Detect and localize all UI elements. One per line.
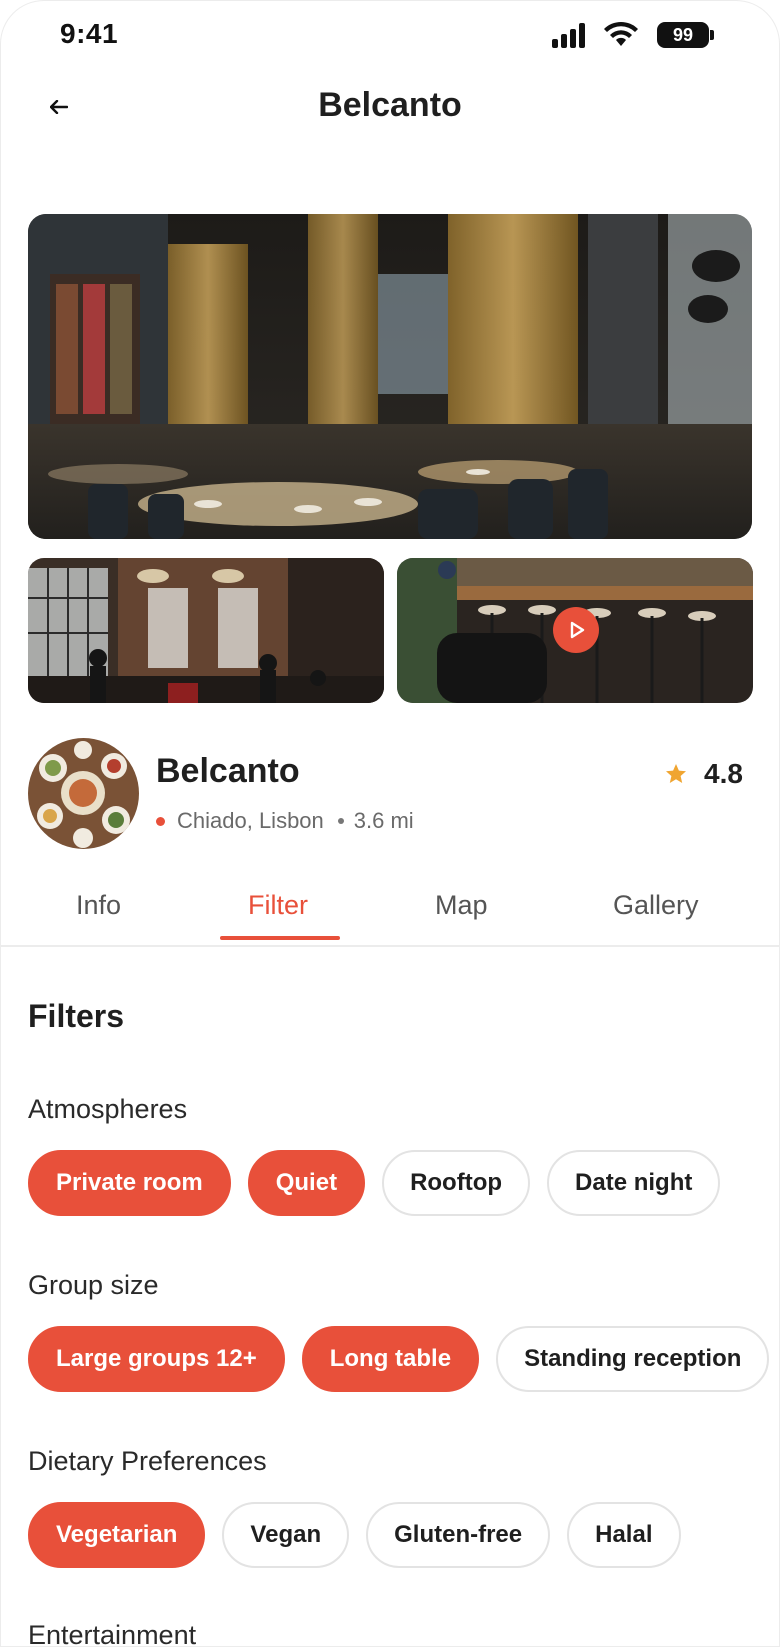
play-video-button[interactable] [553,607,599,653]
wifi-icon [604,21,638,46]
chip-date-night[interactable]: Date night [547,1150,721,1216]
page-title: Belcanto [318,86,462,124]
chip-group-atmospheres: Private room Quiet Rooftop Date night [28,1150,721,1216]
section-label-dietary: Dietary Preferences [28,1446,267,1476]
chip-group-group-size: Large groups 12+ Long table Standing rec… [28,1326,770,1392]
venue-rating: 4.8 [664,758,743,790]
chip-private-room[interactable]: Private room [28,1150,231,1216]
chip-gluten-free[interactable]: Gluten-free [366,1502,551,1568]
section-label-group-size: Group size [28,1270,159,1300]
chip-vegetarian[interactable]: Vegetarian [28,1502,206,1568]
location-dot-icon [156,816,165,826]
tab-info[interactable]: Info [76,890,121,921]
tab-filter[interactable]: Filter [248,890,308,921]
gallery-thumb-1-image [28,558,384,703]
battery-tip [710,30,714,40]
section-label-atmospheres: Atmospheres [28,1094,188,1124]
tab-map[interactable]: Map [435,890,488,921]
rating-value: 4.8 [704,758,743,789]
chip-standing-reception[interactable]: Standing reception [496,1326,770,1392]
venue-avatar-image [28,738,139,849]
separator-dot-icon [337,818,344,824]
venue-distance: 3.6 mi [353,808,414,833]
status-time: 9:41 [60,18,119,49]
tab-bar: Info Filter Map Gallery [0,880,780,947]
chip-quiet[interactable]: Quiet [247,1150,366,1216]
chip-vegan[interactable]: Vegan [222,1502,350,1568]
signal-icon [552,22,588,48]
tab-gallery[interactable]: Gallery [613,890,699,921]
chip-long-table[interactable]: Long table [301,1326,480,1392]
venue-name: Belcanto [156,752,300,790]
battery-icon: 99 [657,22,709,48]
chip-group-dietary: Vegetarian Vegan Gluten-free Halal [28,1502,681,1568]
gallery-thumb-1[interactable] [28,558,384,703]
venue-meta: Chiado, Lisbon 3.6 mi [156,808,414,834]
venue-location: Chiado, Lisbon [177,808,324,833]
venue-avatar [28,738,139,849]
star-icon [666,764,686,783]
chip-large-groups[interactable]: Large groups 12+ [28,1326,285,1392]
hero-photo-image [28,214,752,539]
chip-halal[interactable]: Halal [567,1502,681,1568]
chip-rooftop[interactable]: Rooftop [382,1150,531,1216]
section-label-entertainment: Entertainment [28,1620,197,1647]
filters-heading: Filters [28,998,125,1034]
status-bar: 9:41 99 [0,0,780,66]
active-tab-indicator [220,936,340,940]
hero-photo[interactable] [28,214,752,539]
play-icon [570,621,585,639]
app-screen: 9:41 99 Belcanto Belcanto Chiado, Lisbon… [0,0,780,1647]
